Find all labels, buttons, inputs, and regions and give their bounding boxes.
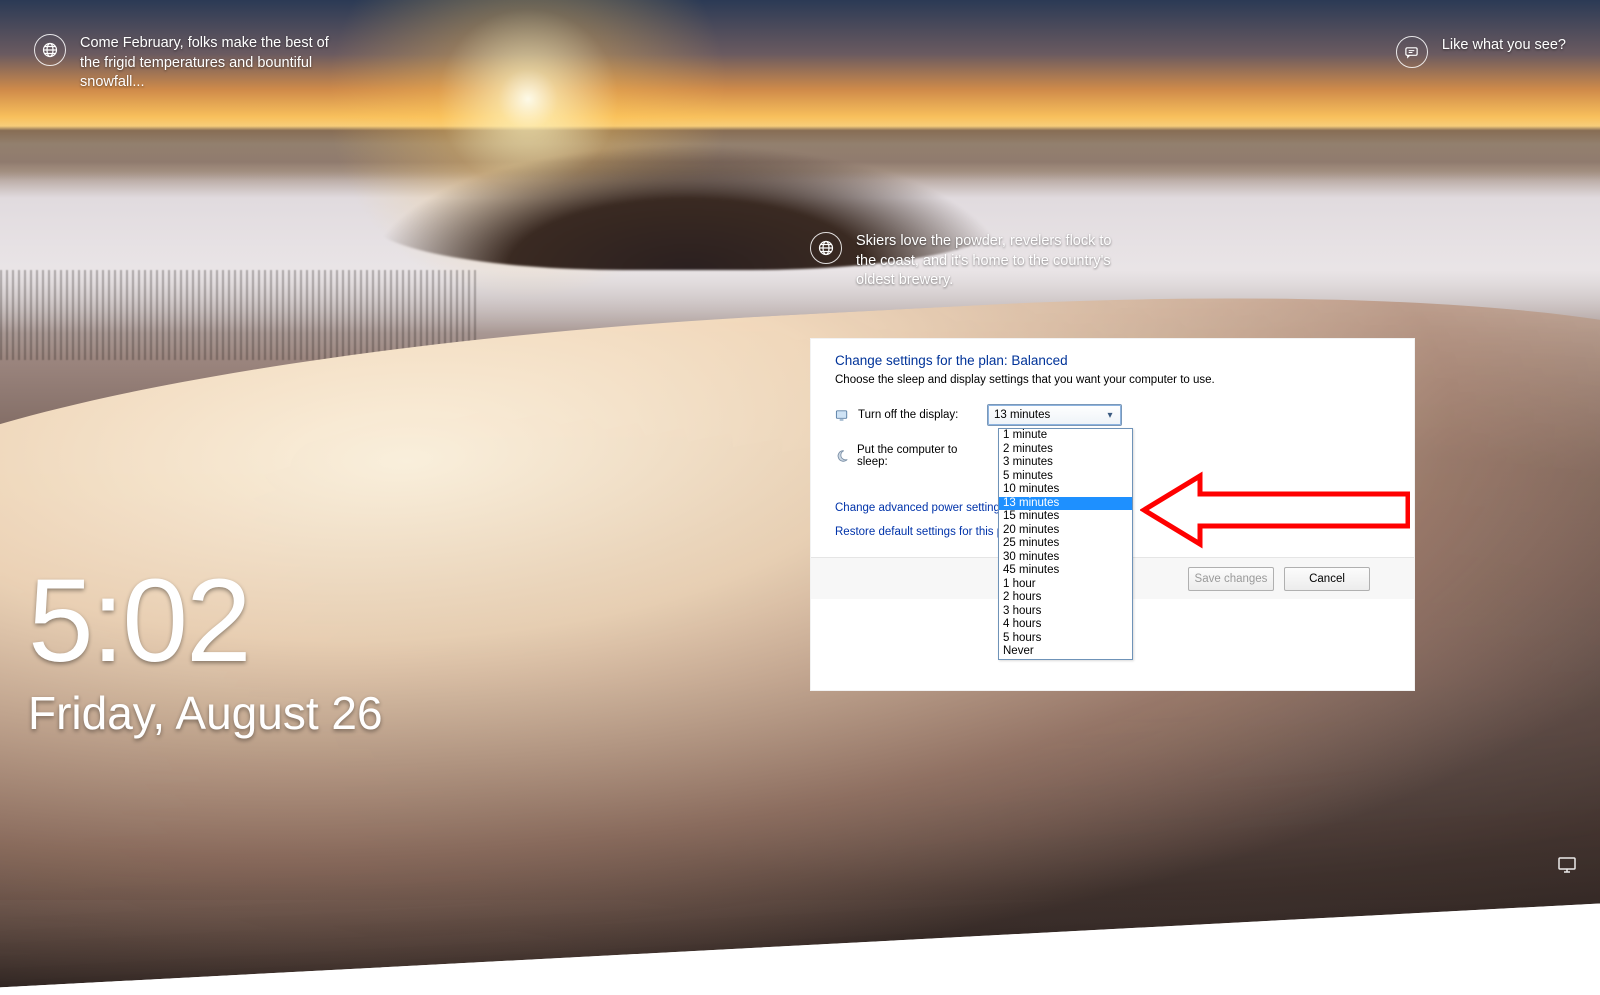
dropdown-option[interactable]: Never	[999, 645, 1132, 659]
dropdown-option[interactable]: 15 minutes	[999, 510, 1132, 524]
sleep-label: Put the computer to sleep:	[857, 444, 977, 468]
turn-off-display-combo[interactable]: 13 minutes ▾	[987, 404, 1122, 426]
turn-off-display-label: Turn off the display:	[858, 409, 958, 421]
dropdown-option[interactable]: 25 minutes	[999, 537, 1132, 551]
spotlight-feedback[interactable]: Like what you see?	[1396, 36, 1566, 68]
spotlight-tip-top-left[interactable]: Come February, folks make the best of th…	[34, 34, 340, 93]
lockscreen-clock: 5:02 Friday, August 26	[28, 562, 383, 740]
power-options-panel: Change settings for the plan: Balanced C…	[810, 338, 1415, 691]
dropdown-option[interactable]: 2 hours	[999, 591, 1132, 605]
panel-subtitle: Choose the sleep and display settings th…	[811, 374, 1414, 400]
save-changes-button[interactable]: Save changes	[1188, 567, 1274, 591]
spotlight-tip-text: Skiers love the powder, revelers flock t…	[856, 232, 1116, 291]
dropdown-option[interactable]: 2 minutes	[999, 443, 1132, 457]
dropdown-option[interactable]: 3 hours	[999, 605, 1132, 619]
turn-off-display-row: Turn off the display: 13 minutes ▾	[811, 400, 1414, 430]
turn-off-display-value: 13 minutes	[994, 409, 1050, 421]
turn-off-display-dropdown[interactable]: 1 minute2 minutes3 minutes5 minutes10 mi…	[998, 428, 1133, 660]
globe-icon	[810, 232, 842, 264]
dropdown-option[interactable]: 3 minutes	[999, 456, 1132, 470]
chat-icon	[1396, 36, 1428, 68]
lockscreen-time: 5:02	[28, 562, 383, 680]
display-icon	[835, 408, 850, 423]
cancel-button[interactable]: Cancel	[1284, 567, 1370, 591]
moon-icon	[835, 449, 849, 464]
chevron-down-icon: ▾	[1103, 410, 1117, 421]
lockscreen-date: Friday, August 26	[28, 686, 383, 740]
dropdown-option[interactable]: 20 minutes	[999, 524, 1132, 538]
dropdown-option[interactable]: 13 minutes	[999, 497, 1132, 511]
dropdown-option[interactable]: 1 minute	[999, 429, 1132, 443]
dropdown-option[interactable]: 45 minutes	[999, 564, 1132, 578]
dropdown-option[interactable]: 30 minutes	[999, 551, 1132, 565]
globe-icon	[34, 34, 66, 66]
spotlight-tip-text: Come February, folks make the best of th…	[80, 34, 340, 93]
dropdown-option[interactable]: 5 hours	[999, 632, 1132, 646]
panel-title: Change settings for the plan: Balanced	[811, 339, 1414, 374]
spotlight-feedback-text: Like what you see?	[1442, 36, 1566, 56]
spotlight-tip-middle[interactable]: Skiers love the powder, revelers flock t…	[810, 232, 1116, 291]
dropdown-option[interactable]: 5 minutes	[999, 470, 1132, 484]
background-trees	[0, 270, 480, 360]
dropdown-option[interactable]: 10 minutes	[999, 483, 1132, 497]
dropdown-option[interactable]: 1 hour	[999, 578, 1132, 592]
dropdown-option[interactable]: 4 hours	[999, 618, 1132, 632]
network-status-icon[interactable]	[1556, 855, 1580, 880]
